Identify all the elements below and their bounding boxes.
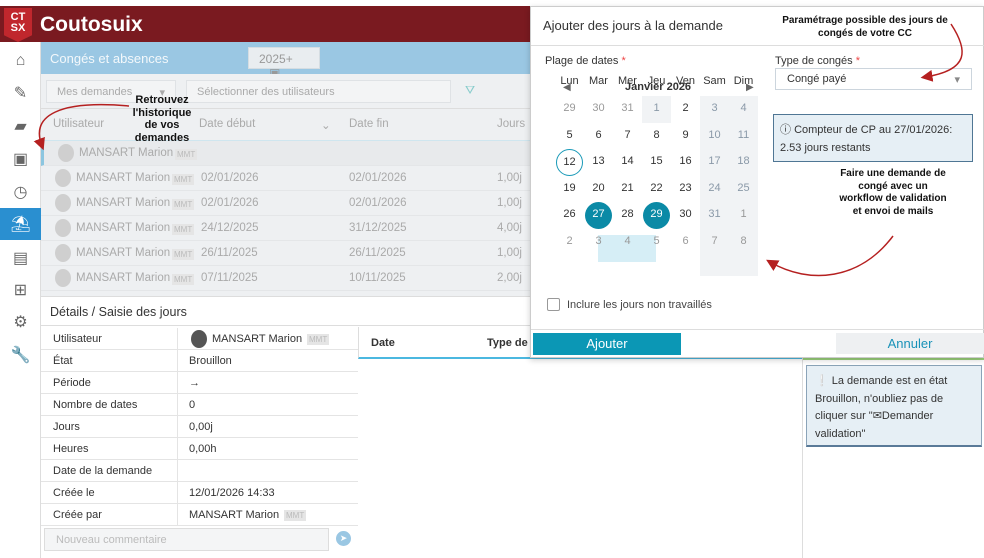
arrow-workflow [766,235,894,277]
arrow-history [33,103,130,151]
annotation-arrows [33,23,963,277]
arrow-settings [920,23,963,82]
